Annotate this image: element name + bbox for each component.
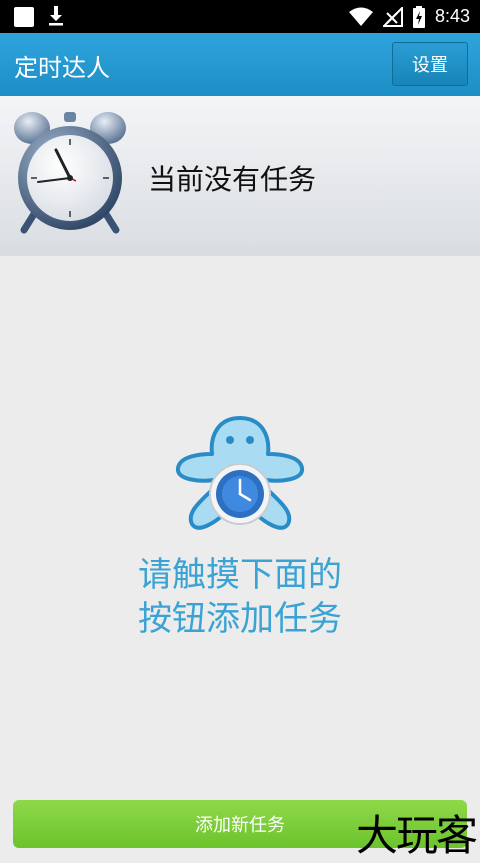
- wifi-icon: [348, 7, 373, 26]
- task-panel: 当前没有任务: [0, 96, 480, 256]
- alarm-clock-icon: [14, 112, 126, 234]
- hint-line-2: 按钮添加任务: [138, 599, 342, 639]
- app-title: 定时达人: [14, 54, 110, 82]
- hint-line-1: 请触摸下面的: [138, 555, 342, 595]
- watermark-logo: 大玩客: [355, 811, 478, 860]
- app-bar: 定时达人 设置: [0, 33, 480, 96]
- mascot-clock-icon: [176, 416, 304, 530]
- no-task-text: 当前没有任务: [148, 163, 317, 196]
- image-icon: [14, 7, 34, 27]
- download-icon: [49, 6, 63, 26]
- status-time: 8:43: [434, 6, 470, 26]
- settings-button[interactable]: 设置: [392, 42, 468, 86]
- add-task-hint: 请触摸下面的 按钮添加任务: [0, 553, 480, 641]
- battery-charging-icon: [412, 5, 425, 28]
- signal-icon: [382, 6, 403, 27]
- status-bar: 8:43: [0, 0, 480, 33]
